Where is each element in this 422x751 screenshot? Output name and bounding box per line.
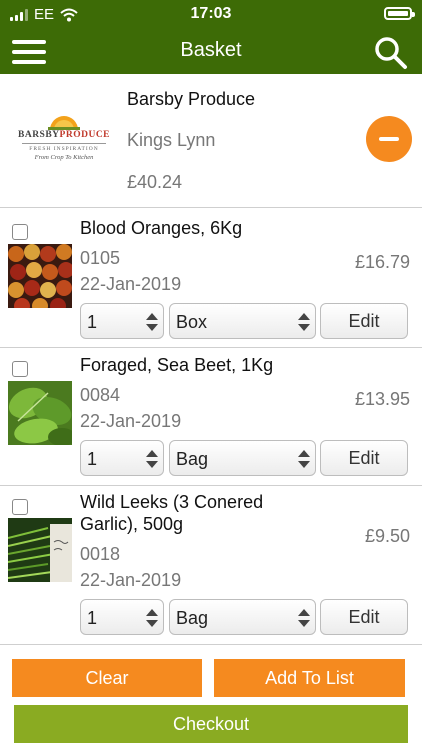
basket-item: Blood Oranges, 6Kg 0105 22-Jan-2019 £16.… [0,207,422,348]
select-arrows-icon [146,609,158,627]
select-arrows-icon [298,609,310,627]
minus-circle-icon [379,137,399,141]
item-date: 22-Jan-2019 [80,411,182,431]
status-bar: EE 17:03 [0,0,422,30]
item-code: 0018 [80,544,121,564]
page-title: Basket [180,39,242,61]
checkout-button[interactable]: Checkout [14,705,408,743]
select-arrows-icon [146,450,158,468]
item-price: £16.79 [354,252,410,272]
item-code: 0084 [80,385,121,405]
basket-actions: Clear Add To List Checkout [0,644,422,751]
remove-supplier-button[interactable] [366,116,412,162]
nav-bar: Basket [0,30,422,74]
select-arrows-icon [298,450,310,468]
clear-button[interactable]: Clear [12,659,202,697]
logo-brand: BARSBYPRODUCE [18,130,111,140]
quantity-value: 1 [87,608,98,628]
supplier-total: £40.24 [127,172,183,192]
item-checkbox[interactable] [12,361,28,377]
quantity-value: 1 [87,312,98,332]
unit-select[interactable]: Box [169,303,316,339]
item-price: £9.50 [364,526,410,546]
sun-logo-icon [48,116,80,130]
wild-leeks-photo [8,518,72,582]
supplier-name: Barsby Produce [127,89,256,109]
item-name: Blood Oranges, 6Kg [80,218,243,238]
sea-beet-photo [8,381,72,445]
top-bar: EE 17:03 Basket [0,0,422,74]
search-icon[interactable] [374,36,408,70]
quantity-select[interactable]: 1 [80,599,164,635]
status-time: 17:03 [190,5,232,22]
logo-tagline-bottom: From Crop To Kitchen [34,154,94,161]
edit-button[interactable]: Edit [320,599,408,635]
select-arrows-icon [146,313,158,331]
unit-value: Bag [176,608,209,628]
item-code: 0105 [80,248,121,268]
item-checkbox[interactable] [12,224,28,240]
supplier-location: Kings Lynn [127,130,216,150]
item-date: 22-Jan-2019 [80,570,182,590]
item-date: 22-Jan-2019 [80,274,182,294]
supplier-logo: BARSBYPRODUCE FRESH INSPIRATION From Cro… [18,110,110,180]
quantity-value: 1 [87,449,98,469]
item-name: Foraged, Sea Beet, 1Kg [80,355,274,375]
supplier-header: BARSBYPRODUCE FRESH INSPIRATION From Cro… [0,74,422,207]
item-price: £13.95 [354,389,410,409]
unit-select[interactable]: Bag [169,440,316,476]
quantity-select[interactable]: 1 [80,303,164,339]
basket-item: Wild Leeks (3 Conered Garlic), 500g 0018… [0,485,422,645]
unit-select[interactable]: Bag [169,599,316,635]
basket-item: Foraged, Sea Beet, 1Kg 0084 22-Jan-2019 … [0,347,422,486]
blood-oranges-photo [8,244,72,308]
battery-icon [384,7,415,20]
unit-value: Bag [176,449,209,469]
quantity-select[interactable]: 1 [80,440,164,476]
select-arrows-icon [298,313,310,331]
add-to-list-button[interactable]: Add To List [214,659,405,697]
edit-button[interactable]: Edit [320,303,408,339]
logo-tagline-top: FRESH INSPIRATION [29,146,99,152]
item-checkbox[interactable] [12,499,28,515]
item-name: Wild Leeks (3 Conered Garlic), 500g [80,492,264,534]
edit-button[interactable]: Edit [320,440,408,476]
unit-value: Box [176,312,208,332]
